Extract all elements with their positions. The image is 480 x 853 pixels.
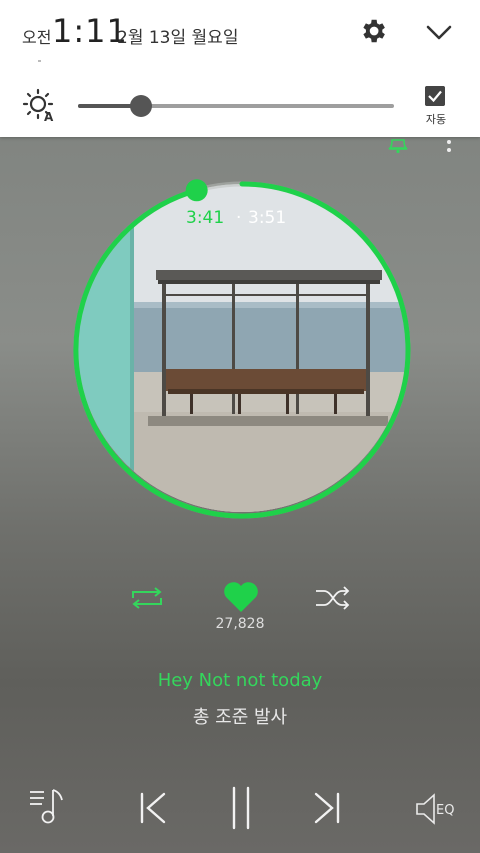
- lyric-next: 총 조준 발사: [192, 707, 288, 728]
- previous-icon[interactable]: [136, 790, 168, 826]
- divider-dot: [38, 60, 41, 62]
- heart-icon[interactable]: [222, 580, 260, 614]
- total-time: 3:51: [248, 208, 287, 228]
- auto-brightness-checkbox[interactable]: [425, 86, 445, 106]
- auto-brightness-label: 자동: [425, 113, 447, 126]
- like-count: 27,828: [215, 616, 265, 632]
- time-separator: ·: [236, 208, 242, 228]
- brightness-slider[interactable]: [78, 95, 394, 117]
- date-label: 2월 13일 월요일: [117, 28, 239, 48]
- brightness-slider-thumb[interactable]: [130, 95, 153, 117]
- lyric-current: Hey Not not today: [157, 670, 323, 691]
- chevron-down-icon[interactable]: [424, 18, 454, 46]
- current-time: 3:41: [186, 208, 225, 228]
- album-art: [78, 184, 406, 512]
- more-icon[interactable]: [444, 137, 454, 155]
- repeat-icon[interactable]: [130, 586, 164, 610]
- pause-icon[interactable]: [226, 786, 256, 830]
- equalizer-icon[interactable]: EQ: [414, 792, 460, 826]
- playlist-icon[interactable]: [28, 786, 68, 826]
- bell-icon[interactable]: [386, 136, 410, 154]
- shuffle-icon[interactable]: [314, 586, 352, 610]
- notification-shade: 오전 1:11 2월 13일 월요일 A 자동: [0, 0, 480, 137]
- next-icon[interactable]: [312, 790, 344, 826]
- svg-text:A: A: [44, 110, 54, 124]
- svg-text:EQ: EQ: [436, 803, 454, 818]
- auto-brightness-icon[interactable]: A: [22, 88, 58, 124]
- clock-ampm: 오전: [22, 28, 52, 47]
- album-cover-image: [78, 184, 406, 512]
- gear-icon[interactable]: [358, 16, 388, 46]
